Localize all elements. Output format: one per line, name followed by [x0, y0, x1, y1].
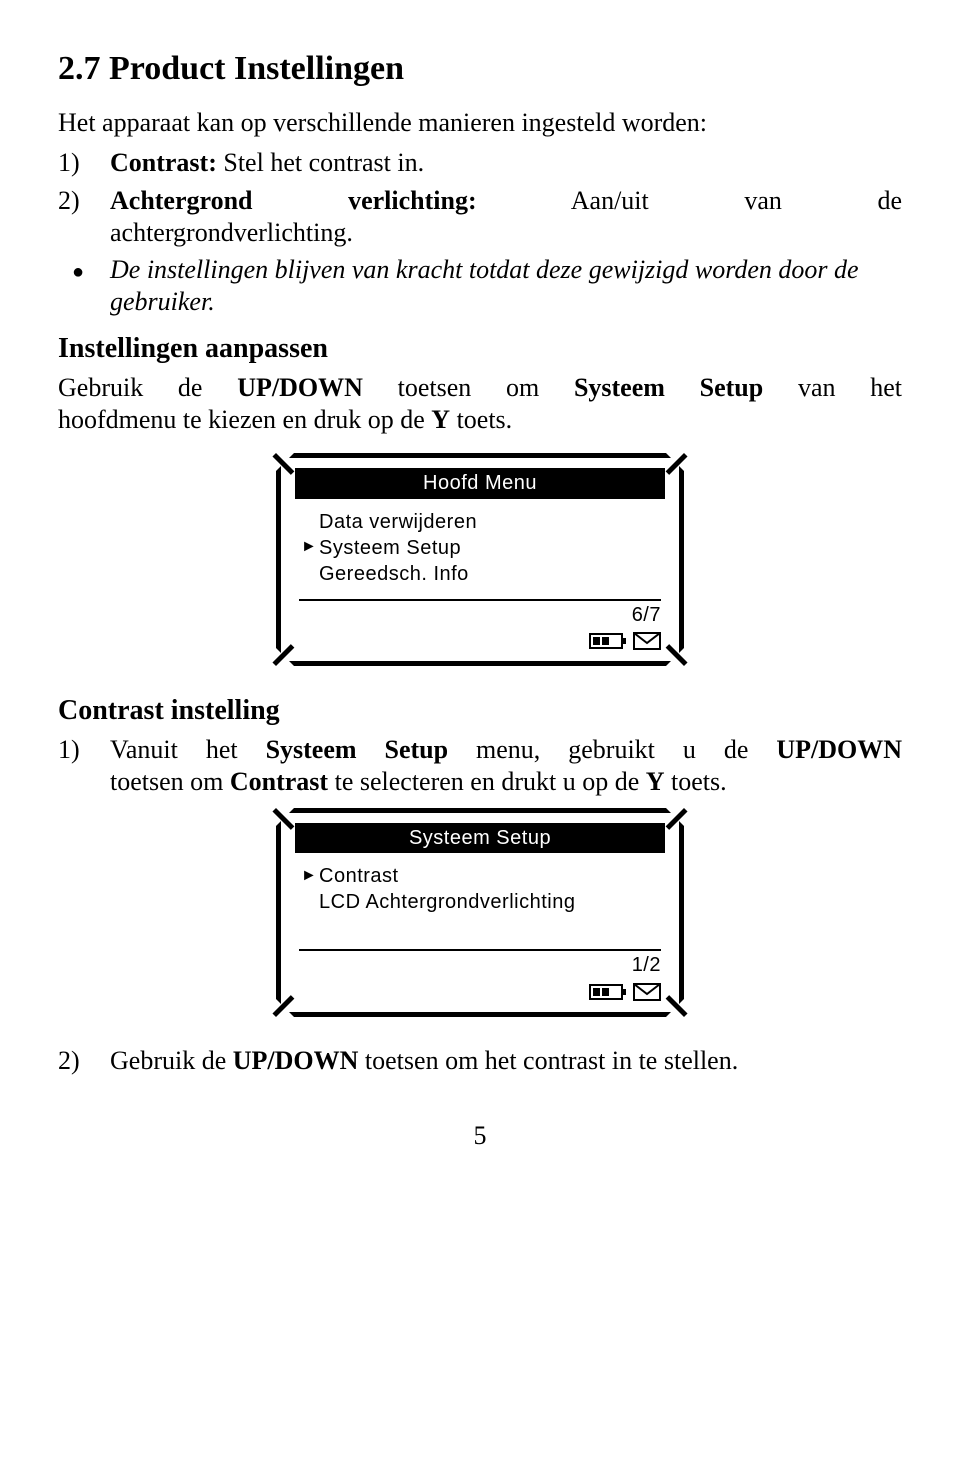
- section-number: 2.7: [58, 50, 101, 87]
- list-body: Contrast: Stel het contrast in.: [110, 147, 902, 179]
- text: de: [877, 186, 902, 215]
- text: van: [744, 186, 782, 215]
- lcd-footer: 1/2: [299, 949, 661, 1001]
- lcd-menu-label: Gereedsch. Info: [319, 561, 469, 587]
- line: hoofdmenu te kiezen en druk op de Y toet…: [58, 404, 902, 436]
- list-item: 1) Contrast: Stel het contrast in.: [58, 147, 902, 179]
- lcd-frame: Systeem Setup ► Contrast LCD Achtergrond…: [276, 808, 684, 1017]
- text: Vanuit het: [110, 735, 266, 764]
- paragraph: Gebruik de UP/DOWN toetsen om Systeem Se…: [58, 372, 902, 435]
- lcd-footer: 6/7: [299, 599, 661, 651]
- lcd-page-indicator: 1/2: [632, 953, 661, 977]
- envelope-icon: [633, 631, 661, 651]
- bold: Y: [646, 767, 665, 796]
- intro-text: Het apparaat kan op verschillende manier…: [58, 107, 902, 139]
- label: verlichting:: [348, 186, 477, 215]
- line: Achtergrond verlichting: Aan/uit van de: [110, 185, 902, 217]
- lcd-menu-item: Data verwijderen: [301, 509, 659, 535]
- list-number: 2): [58, 1045, 110, 1077]
- text: toetsen om: [110, 767, 230, 796]
- lcd-screen: Systeem Setup ► Contrast LCD Achtergrond…: [58, 808, 902, 1017]
- text: toetsen om: [363, 373, 574, 402]
- list-body: Vanuit het Systeem Setup menu, gebruikt …: [110, 734, 902, 797]
- section-title-text: Product Instellingen: [109, 50, 404, 87]
- lcd-title: Hoofd Menu: [295, 468, 665, 498]
- lcd-menu: ► Contrast LCD Achtergrondverlichting: [295, 863, 665, 943]
- lcd-menu-item: LCD Achtergrondverlichting: [301, 889, 659, 915]
- lcd-status-icons: [589, 982, 661, 1002]
- text: hoofdmenu te kiezen en druk op de: [58, 405, 431, 434]
- lcd-menu: Data verwijderen ► Systeem Setup Gereeds…: [295, 509, 665, 593]
- bold: UP/DOWN: [237, 373, 363, 402]
- lcd-menu-item: Gereedsch. Info: [301, 561, 659, 587]
- text: Gebruik de: [110, 1046, 233, 1075]
- list-item: 2) Achtergrond verlichting: Aan/uit van …: [58, 185, 902, 248]
- list-item: 2) Gebruik de UP/DOWN toetsen om het con…: [58, 1045, 902, 1077]
- lcd-frame: Hoofd Menu Data verwijderen ► Systeem Se…: [276, 453, 684, 666]
- text: Gebruik de: [58, 373, 237, 402]
- line: toetsen om Contrast te selecteren en dru…: [110, 766, 902, 798]
- text: toets.: [450, 405, 512, 434]
- list-number: 1): [58, 734, 110, 797]
- text: toets.: [665, 767, 727, 796]
- lcd-menu-item: ► Systeem Setup: [301, 535, 659, 561]
- bullet-item: ● De instellingen blijven van kracht tot…: [58, 254, 902, 317]
- lcd-screen: Hoofd Menu Data verwijderen ► Systeem Se…: [58, 453, 902, 666]
- list-number: 1): [58, 147, 110, 179]
- line: Vanuit het Systeem Setup menu, gebruikt …: [110, 734, 902, 766]
- line: achtergrondverlichting.: [110, 217, 902, 249]
- bold: Contrast: [230, 767, 328, 796]
- lcd-menu-label: Contrast: [319, 863, 399, 889]
- section-heading: 2.7 Product Instellingen: [58, 48, 902, 89]
- lcd-title: Systeem Setup: [295, 823, 665, 853]
- battery-icon: [589, 982, 627, 1002]
- bullet-text: De instellingen blijven van kracht totda…: [110, 254, 902, 317]
- bold: Y: [431, 405, 450, 434]
- lcd-status-icons: [589, 631, 661, 651]
- bold: Systeem Setup: [266, 735, 449, 764]
- list-number: 2): [58, 185, 110, 248]
- bullet-icon: ●: [58, 254, 110, 317]
- page-number: 5: [58, 1120, 902, 1152]
- label: Achtergrond: [110, 186, 253, 215]
- subheading: Contrast instelling: [58, 694, 902, 728]
- lcd-menu-item: ► Contrast: [301, 863, 659, 889]
- list-body: Gebruik de UP/DOWN toetsen om het contra…: [110, 1045, 902, 1077]
- subheading: Instellingen aanpassen: [58, 332, 902, 366]
- lcd-page-indicator: 6/7: [632, 603, 661, 627]
- selector-icon: ►: [301, 537, 319, 558]
- selector-icon: ►: [301, 866, 319, 887]
- bold: UP/DOWN: [233, 1046, 359, 1075]
- line: Gebruik de UP/DOWN toetsen om Systeem Se…: [58, 372, 902, 404]
- text: te selecteren en drukt u op de: [328, 767, 646, 796]
- text: menu, gebruikt u de: [448, 735, 776, 764]
- battery-icon: [589, 631, 627, 651]
- label: Contrast:: [110, 148, 217, 177]
- list-item: 1) Vanuit het Systeem Setup menu, gebrui…: [58, 734, 902, 797]
- envelope-icon: [633, 982, 661, 1002]
- text: Stel het contrast in.: [223, 148, 424, 177]
- text: Aan/uit: [571, 186, 649, 215]
- bold: UP/DOWN: [776, 735, 902, 764]
- lcd-menu-label: Data verwijderen: [319, 509, 477, 535]
- lcd-menu-label: Systeem Setup: [319, 535, 461, 561]
- bold: Systeem Setup: [574, 373, 763, 402]
- text: van het: [763, 373, 902, 402]
- list-body: Achtergrond verlichting: Aan/uit van de …: [110, 185, 902, 248]
- text: toetsen om het contrast in te stellen.: [358, 1046, 738, 1075]
- lcd-menu-label: LCD Achtergrondverlichting: [319, 889, 575, 915]
